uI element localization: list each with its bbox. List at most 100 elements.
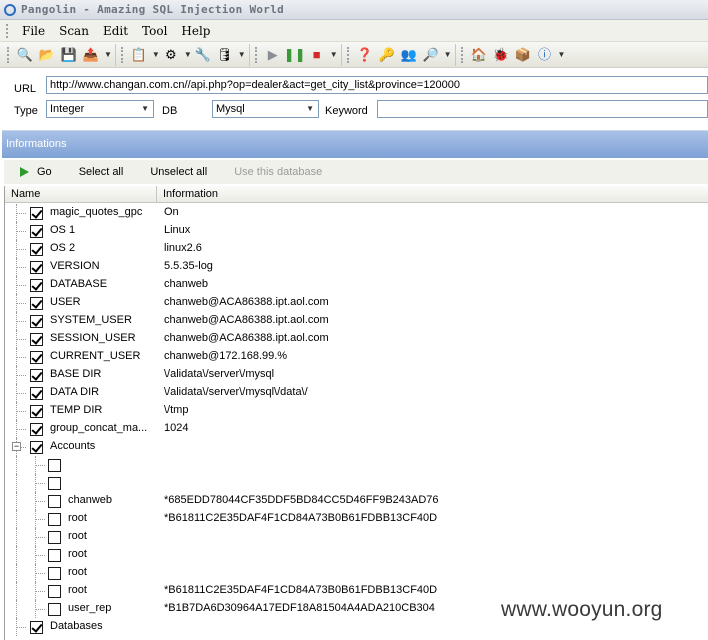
search-icon[interactable]: 🔍 bbox=[16, 46, 34, 64]
row-checkbox[interactable] bbox=[48, 567, 61, 580]
tree-row[interactable] bbox=[5, 456, 708, 474]
users-icon[interactable]: 👥 bbox=[400, 46, 418, 64]
row-checkbox[interactable] bbox=[30, 621, 43, 634]
row-information: linux2.6 bbox=[164, 242, 202, 254]
row-checkbox[interactable] bbox=[48, 477, 61, 490]
pause-icon[interactable]: ❚❚ bbox=[284, 46, 306, 64]
row-checkbox[interactable] bbox=[30, 297, 43, 310]
tree-connector bbox=[35, 609, 45, 610]
info-icon[interactable]: ⓘ bbox=[536, 46, 554, 64]
row-information: *B61811C2E35DAF4F1CD84A73B0B61FDBB13CF40… bbox=[164, 584, 438, 596]
help-icon[interactable]: ❓ bbox=[356, 46, 374, 64]
row-checkbox[interactable] bbox=[30, 261, 43, 274]
tree-row[interactable]: chanweb *685EDD78044CF35DDF5BD84CC5D46FF9… bbox=[5, 492, 708, 510]
export-icon[interactable]: 📤 bbox=[82, 46, 100, 64]
url-input[interactable]: http://www.changan.com.cn//api.php?op=de… bbox=[46, 76, 708, 94]
row-checkbox[interactable] bbox=[30, 333, 43, 346]
row-checkbox[interactable] bbox=[48, 549, 61, 562]
home-icon[interactable]: 🏠 bbox=[470, 46, 488, 64]
bug-icon[interactable]: 🐞 bbox=[492, 46, 510, 64]
go-button[interactable]: Go bbox=[20, 166, 52, 178]
row-checkbox[interactable] bbox=[48, 459, 61, 472]
app-icon bbox=[4, 3, 16, 16]
dropdown-icon[interactable]: ▼ bbox=[184, 50, 192, 59]
use-database-button[interactable]: Use this database bbox=[234, 166, 322, 178]
play-icon[interactable]: ▶ bbox=[264, 46, 282, 64]
row-checkbox[interactable] bbox=[30, 369, 43, 382]
tree-row[interactable]: CURRENT_USER chanweb@172.168.99.% bbox=[5, 348, 708, 366]
tree-connector bbox=[16, 393, 26, 394]
chevron-down-icon: ▼ bbox=[141, 104, 149, 113]
row-checkbox[interactable] bbox=[30, 207, 43, 220]
find-icon[interactable]: 🔎 bbox=[422, 46, 440, 64]
database-icon[interactable]: 🛢 bbox=[216, 46, 234, 64]
column-header-name[interactable]: Name bbox=[5, 186, 157, 202]
row-checkbox[interactable] bbox=[30, 405, 43, 418]
row-checkbox[interactable] bbox=[30, 225, 43, 238]
row-checkbox[interactable] bbox=[30, 243, 43, 256]
dropdown-icon[interactable]: ▼ bbox=[152, 50, 160, 59]
tree-row[interactable]: SESSION_USER chanweb@ACA86388.ipt.aol.com bbox=[5, 330, 708, 348]
menu-file[interactable]: File bbox=[15, 24, 52, 38]
tree-row[interactable]: DATABASE chanweb bbox=[5, 276, 708, 294]
row-checkbox[interactable] bbox=[48, 603, 61, 616]
menu-edit[interactable]: Edit bbox=[96, 24, 135, 38]
tree-row[interactable]: magic_quotes_gpc On bbox=[5, 204, 708, 222]
row-name: DATA DIR bbox=[50, 386, 100, 398]
tree-row[interactable]: OS 1 Linux bbox=[5, 222, 708, 240]
tree-row[interactable]: root bbox=[5, 546, 708, 564]
tree-row[interactable] bbox=[5, 474, 708, 492]
row-checkbox[interactable] bbox=[30, 279, 43, 292]
row-checkbox[interactable] bbox=[30, 387, 43, 400]
settings-icon[interactable]: ⚙ bbox=[162, 46, 180, 64]
row-checkbox[interactable] bbox=[48, 531, 61, 544]
toolbar-grip-icon bbox=[346, 46, 350, 63]
url-label: URL bbox=[14, 83, 37, 95]
tree-row[interactable]: − Accounts bbox=[5, 438, 708, 456]
tree-row[interactable]: USER chanweb@ACA86388.ipt.aol.com bbox=[5, 294, 708, 312]
collapse-icon[interactable]: − bbox=[12, 442, 21, 451]
stop-icon[interactable]: ■ bbox=[308, 46, 326, 64]
tree-row[interactable]: group_concat_ma... 1024 bbox=[5, 420, 708, 438]
dropdown-icon[interactable]: ▼ bbox=[104, 50, 112, 59]
type-select[interactable]: Integer ▼ bbox=[46, 100, 154, 118]
keyword-input[interactable] bbox=[377, 100, 708, 118]
row-checkbox[interactable] bbox=[48, 495, 61, 508]
tree-row[interactable]: VERSION 5.5.35-log bbox=[5, 258, 708, 276]
column-header-information[interactable]: Information bbox=[157, 186, 708, 202]
tree-row[interactable]: root bbox=[5, 564, 708, 582]
tree-row[interactable]: TEMP DIR \/tmp bbox=[5, 402, 708, 420]
tree-line bbox=[16, 600, 17, 618]
menu-scan[interactable]: Scan bbox=[52, 24, 96, 38]
wrench-icon[interactable]: 🔧 bbox=[194, 46, 212, 64]
menu-tool[interactable]: Tool bbox=[135, 24, 174, 38]
dropdown-icon[interactable]: ▼ bbox=[558, 50, 566, 59]
sql-icon[interactable]: 📋 bbox=[130, 46, 148, 64]
save-icon[interactable]: 💾 bbox=[60, 46, 78, 64]
tree-connector bbox=[16, 429, 26, 430]
row-checkbox[interactable] bbox=[30, 351, 43, 364]
tree-row[interactable]: SYSTEM_USER chanweb@ACA86388.ipt.aol.com bbox=[5, 312, 708, 330]
tree-row[interactable]: root bbox=[5, 528, 708, 546]
db-select[interactable]: Mysql ▼ bbox=[212, 100, 319, 118]
tree-row[interactable]: root *B61811C2E35DAF4F1CD84A73B0B61FDBB13… bbox=[5, 510, 708, 528]
tree-row[interactable]: OS 2 linux2.6 bbox=[5, 240, 708, 258]
row-checkbox[interactable] bbox=[30, 441, 43, 454]
select-all-button[interactable]: Select all bbox=[79, 166, 124, 178]
row-name: root bbox=[68, 566, 87, 578]
tree-row[interactable]: BASE DIR \/alidata\/server\/mysql bbox=[5, 366, 708, 384]
tree-row[interactable]: DATA DIR \/alidata\/server\/mysql\/data\/ bbox=[5, 384, 708, 402]
key-icon[interactable]: 🔑 bbox=[378, 46, 396, 64]
dropdown-icon[interactable]: ▼ bbox=[444, 50, 452, 59]
package-icon[interactable]: 📦 bbox=[514, 46, 532, 64]
row-checkbox[interactable] bbox=[30, 315, 43, 328]
row-checkbox[interactable] bbox=[48, 585, 61, 598]
open-icon[interactable]: 📂 bbox=[38, 46, 56, 64]
unselect-all-button[interactable]: Unselect all bbox=[150, 166, 207, 178]
dropdown-icon[interactable]: ▼ bbox=[238, 50, 246, 59]
menu-help[interactable]: Help bbox=[174, 24, 217, 38]
dropdown-icon[interactable]: ▼ bbox=[330, 50, 338, 59]
panel-title: Informations bbox=[6, 138, 67, 150]
row-checkbox[interactable] bbox=[48, 513, 61, 526]
row-checkbox[interactable] bbox=[30, 423, 43, 436]
